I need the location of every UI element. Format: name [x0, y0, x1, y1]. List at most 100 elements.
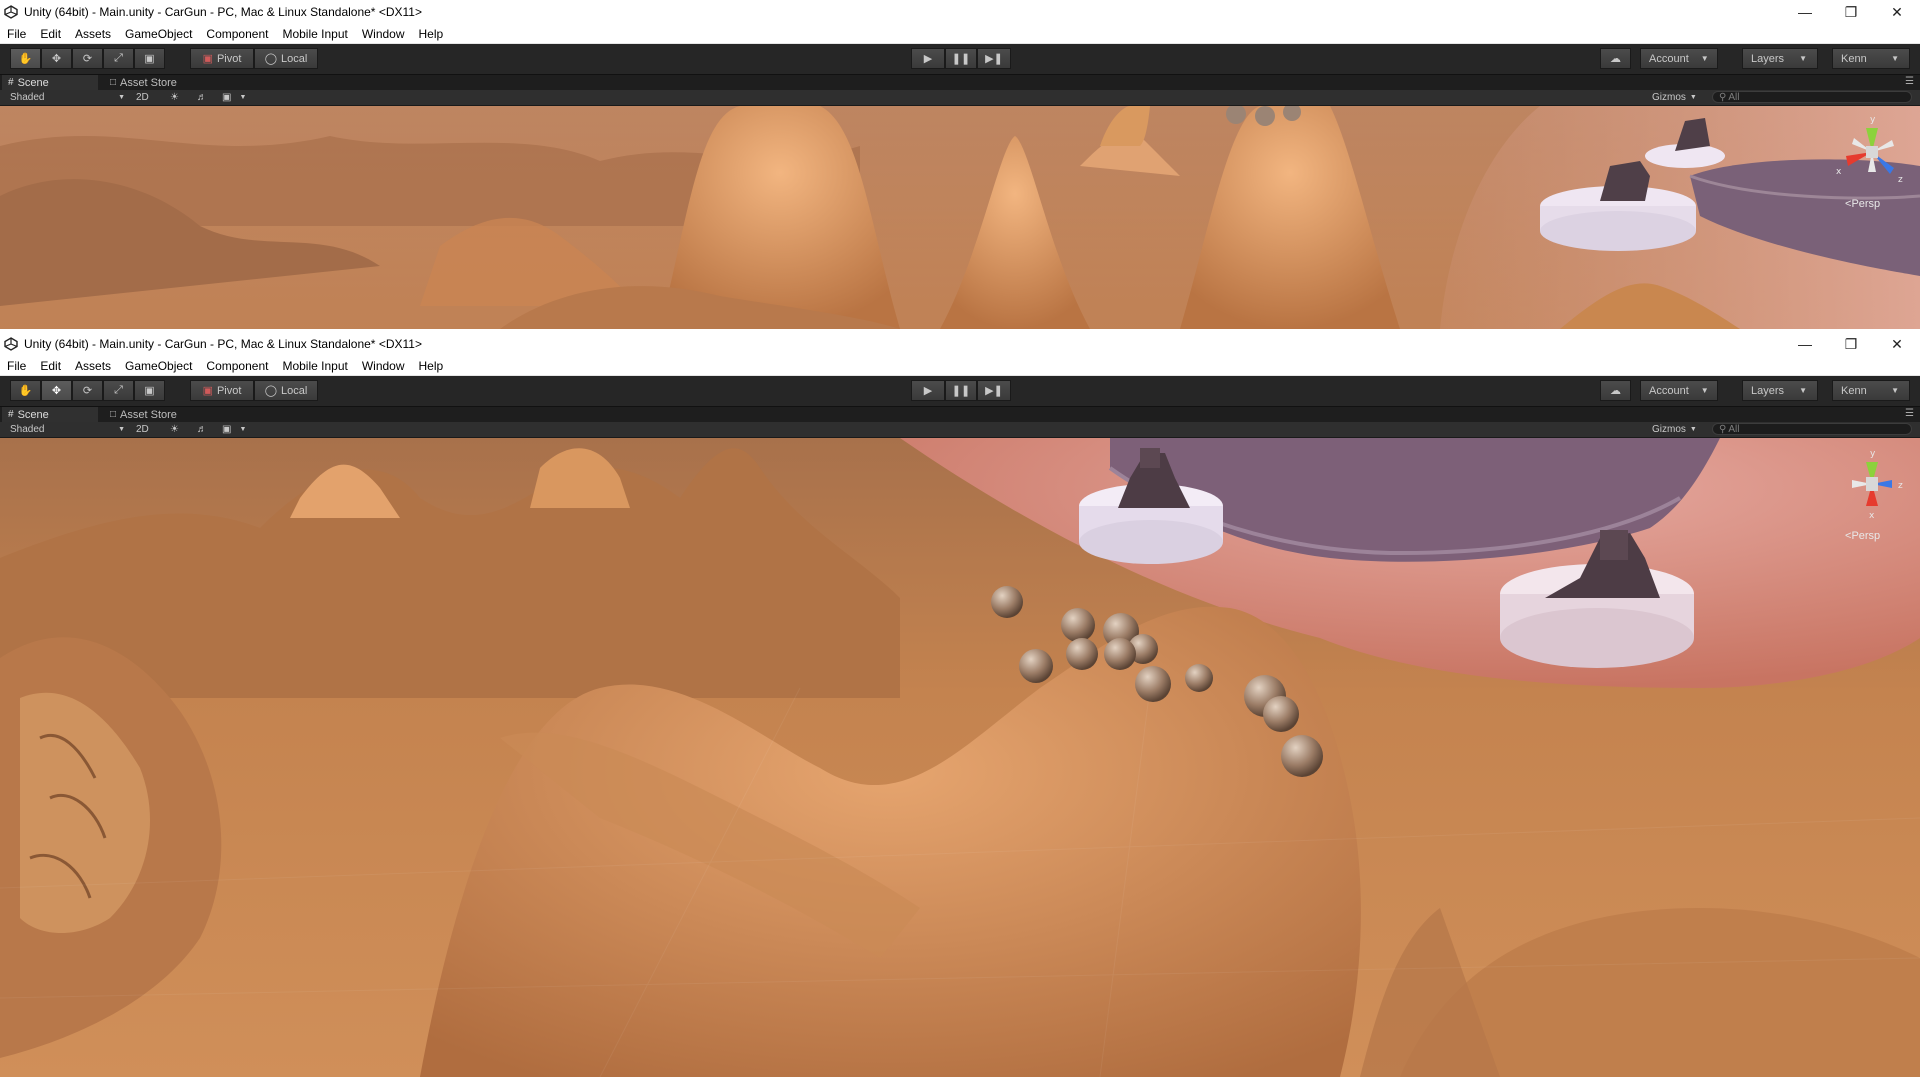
lighting-toggle[interactable]: ☀: [170, 422, 179, 437]
scale-tool-button[interactable]: ⤢: [103, 48, 134, 69]
scene-viewport[interactable]: y z x <Persp: [0, 438, 1920, 1077]
account-dropdown[interactable]: Account ▼: [1640, 48, 1718, 69]
layout-dropdown[interactable]: Kenn ▼: [1832, 380, 1910, 401]
pause-button[interactable]: ❚❚: [945, 48, 977, 69]
menu-gameobject[interactable]: GameObject: [118, 27, 199, 41]
audio-toggle[interactable]: ♬: [197, 422, 207, 437]
menu-file[interactable]: File: [0, 359, 33, 373]
menu-help[interactable]: Help: [412, 27, 451, 41]
layers-dropdown[interactable]: Layers ▼: [1742, 48, 1818, 69]
scale-tool-button[interactable]: ⤢: [103, 380, 134, 401]
tab-row: # Scene □ Asset Store ☰: [0, 407, 1920, 422]
step-icon: ▶❚: [985, 53, 1003, 65]
tab-scene[interactable]: # Scene: [2, 407, 98, 422]
orientation-gizmo[interactable]: y z x: [1832, 444, 1912, 524]
hierarchy-search-input[interactable]: ⚲ All: [1712, 423, 1912, 435]
scene-viewport[interactable]: y x z <Persp: [0, 106, 1920, 329]
unity-window-top: Unity (64bit) - Main.unity - CarGun - PC…: [0, 0, 1920, 332]
rect-tool-button[interactable]: ▣: [134, 380, 165, 401]
tab-asset-store[interactable]: □ Asset Store: [104, 407, 204, 422]
tab-menu-icon[interactable]: ☰: [1905, 76, 1914, 87]
cloud-button[interactable]: ☁: [1600, 380, 1631, 401]
menu-mobile-input[interactable]: Mobile Input: [275, 27, 354, 41]
layout-dropdown[interactable]: Kenn ▼: [1832, 48, 1910, 69]
gizmos-dropdown[interactable]: Gizmos ▼: [1652, 90, 1697, 105]
menu-mobile-input[interactable]: Mobile Input: [275, 359, 354, 373]
account-dropdown[interactable]: Account ▼: [1640, 380, 1718, 401]
step-button[interactable]: ▶❚: [977, 48, 1011, 69]
restore-button[interactable]: ❐: [1828, 0, 1874, 24]
pivot-button[interactable]: ▣ Pivot: [190, 380, 254, 401]
menu-window[interactable]: Window: [355, 359, 412, 373]
2d-toggle[interactable]: 2D: [136, 422, 149, 437]
play-button[interactable]: ▶: [911, 380, 945, 401]
close-button[interactable]: ✕: [1874, 332, 1920, 356]
sun-icon: ☀: [170, 424, 179, 435]
title-bar[interactable]: Unity (64bit) - Main.unity - CarGun - PC…: [0, 0, 1920, 24]
orientation-gizmo[interactable]: y x z: [1832, 112, 1912, 192]
rect-tool-button[interactable]: ▣: [134, 48, 165, 69]
title-bar[interactable]: Unity (64bit) - Main.unity - CarGun - PC…: [0, 332, 1920, 356]
hierarchy-search-input[interactable]: ⚲ All: [1712, 91, 1912, 103]
projection-toggle[interactable]: <Persp: [1845, 530, 1880, 542]
step-button[interactable]: ▶❚: [977, 380, 1011, 401]
speaker-icon: ♬: [197, 92, 207, 103]
grid-icon: #: [8, 77, 14, 88]
minimize-button[interactable]: —: [1782, 0, 1828, 24]
menu-file[interactable]: File: [0, 27, 33, 41]
menu-edit[interactable]: Edit: [33, 27, 68, 41]
cloud-group: ☁: [1600, 48, 1631, 69]
terrain-render: [0, 106, 1920, 329]
menu-component[interactable]: Component: [199, 359, 275, 373]
shading-dropdown[interactable]: Shaded ▼: [10, 90, 125, 105]
hand-tool-button[interactable]: ✋: [10, 48, 41, 69]
play-button[interactable]: ▶: [911, 48, 945, 69]
pivot-button[interactable]: ▣ Pivot: [190, 48, 254, 69]
axis-x-label: x: [1869, 511, 1875, 521]
unity-window-bottom: Unity (64bit) - Main.unity - CarGun - PC…: [0, 332, 1920, 1080]
menu-component[interactable]: Component: [199, 27, 275, 41]
pause-button[interactable]: ❚❚: [945, 380, 977, 401]
menu-assets[interactable]: Assets: [68, 27, 118, 41]
hand-tool-button[interactable]: ✋: [10, 380, 41, 401]
menu-gameobject[interactable]: GameObject: [118, 359, 199, 373]
hand-icon: ✋: [18, 53, 33, 65]
move-tool-button[interactable]: ✥: [41, 380, 72, 401]
restore-button[interactable]: ❐: [1828, 332, 1874, 356]
cloud-button[interactable]: ☁: [1600, 48, 1631, 69]
menu-assets[interactable]: Assets: [68, 359, 118, 373]
move-tool-button[interactable]: ✥: [41, 48, 72, 69]
account-group: Account ▼: [1640, 380, 1718, 401]
rotate-tool-button[interactable]: ⟳: [72, 48, 103, 69]
transform-tools: ✋ ✥ ⟳ ⤢ ▣: [10, 380, 165, 401]
unity-logo-icon: [4, 5, 18, 19]
account-group: Account ▼: [1640, 48, 1718, 69]
layers-group: Layers ▼: [1742, 48, 1818, 69]
pivot-toggles: ▣ Pivot ◯ Local: [190, 48, 318, 69]
layers-dropdown[interactable]: Layers ▼: [1742, 380, 1818, 401]
minimize-button[interactable]: —: [1782, 332, 1828, 356]
caret-down-icon: ▼: [1799, 54, 1807, 63]
tab-asset-store[interactable]: □ Asset Store: [104, 75, 204, 90]
projection-toggle[interactable]: <Persp: [1845, 198, 1880, 210]
effects-dropdown[interactable]: ▣ ▼: [222, 422, 246, 437]
gizmos-dropdown[interactable]: Gizmos ▼: [1652, 422, 1697, 437]
menu-edit[interactable]: Edit: [33, 359, 68, 373]
layout-group: Kenn ▼: [1832, 48, 1910, 69]
pivot-icon: ▣: [202, 385, 213, 397]
2d-toggle[interactable]: 2D: [136, 90, 149, 105]
menu-window[interactable]: Window: [355, 27, 412, 41]
audio-toggle[interactable]: ♬: [197, 90, 207, 105]
local-button[interactable]: ◯ Local: [254, 48, 318, 69]
tab-scene[interactable]: # Scene: [2, 75, 98, 90]
lighting-toggle[interactable]: ☀: [170, 90, 179, 105]
effects-dropdown[interactable]: ▣ ▼: [222, 90, 246, 105]
shading-dropdown[interactable]: Shaded ▼: [10, 422, 125, 437]
local-button[interactable]: ◯ Local: [254, 380, 318, 401]
axis-z-label: z: [1898, 175, 1903, 185]
menu-help[interactable]: Help: [412, 359, 451, 373]
sun-icon: ☀: [170, 92, 179, 103]
close-button[interactable]: ✕: [1874, 0, 1920, 24]
rotate-tool-button[interactable]: ⟳: [72, 380, 103, 401]
tab-menu-icon[interactable]: ☰: [1905, 408, 1914, 419]
